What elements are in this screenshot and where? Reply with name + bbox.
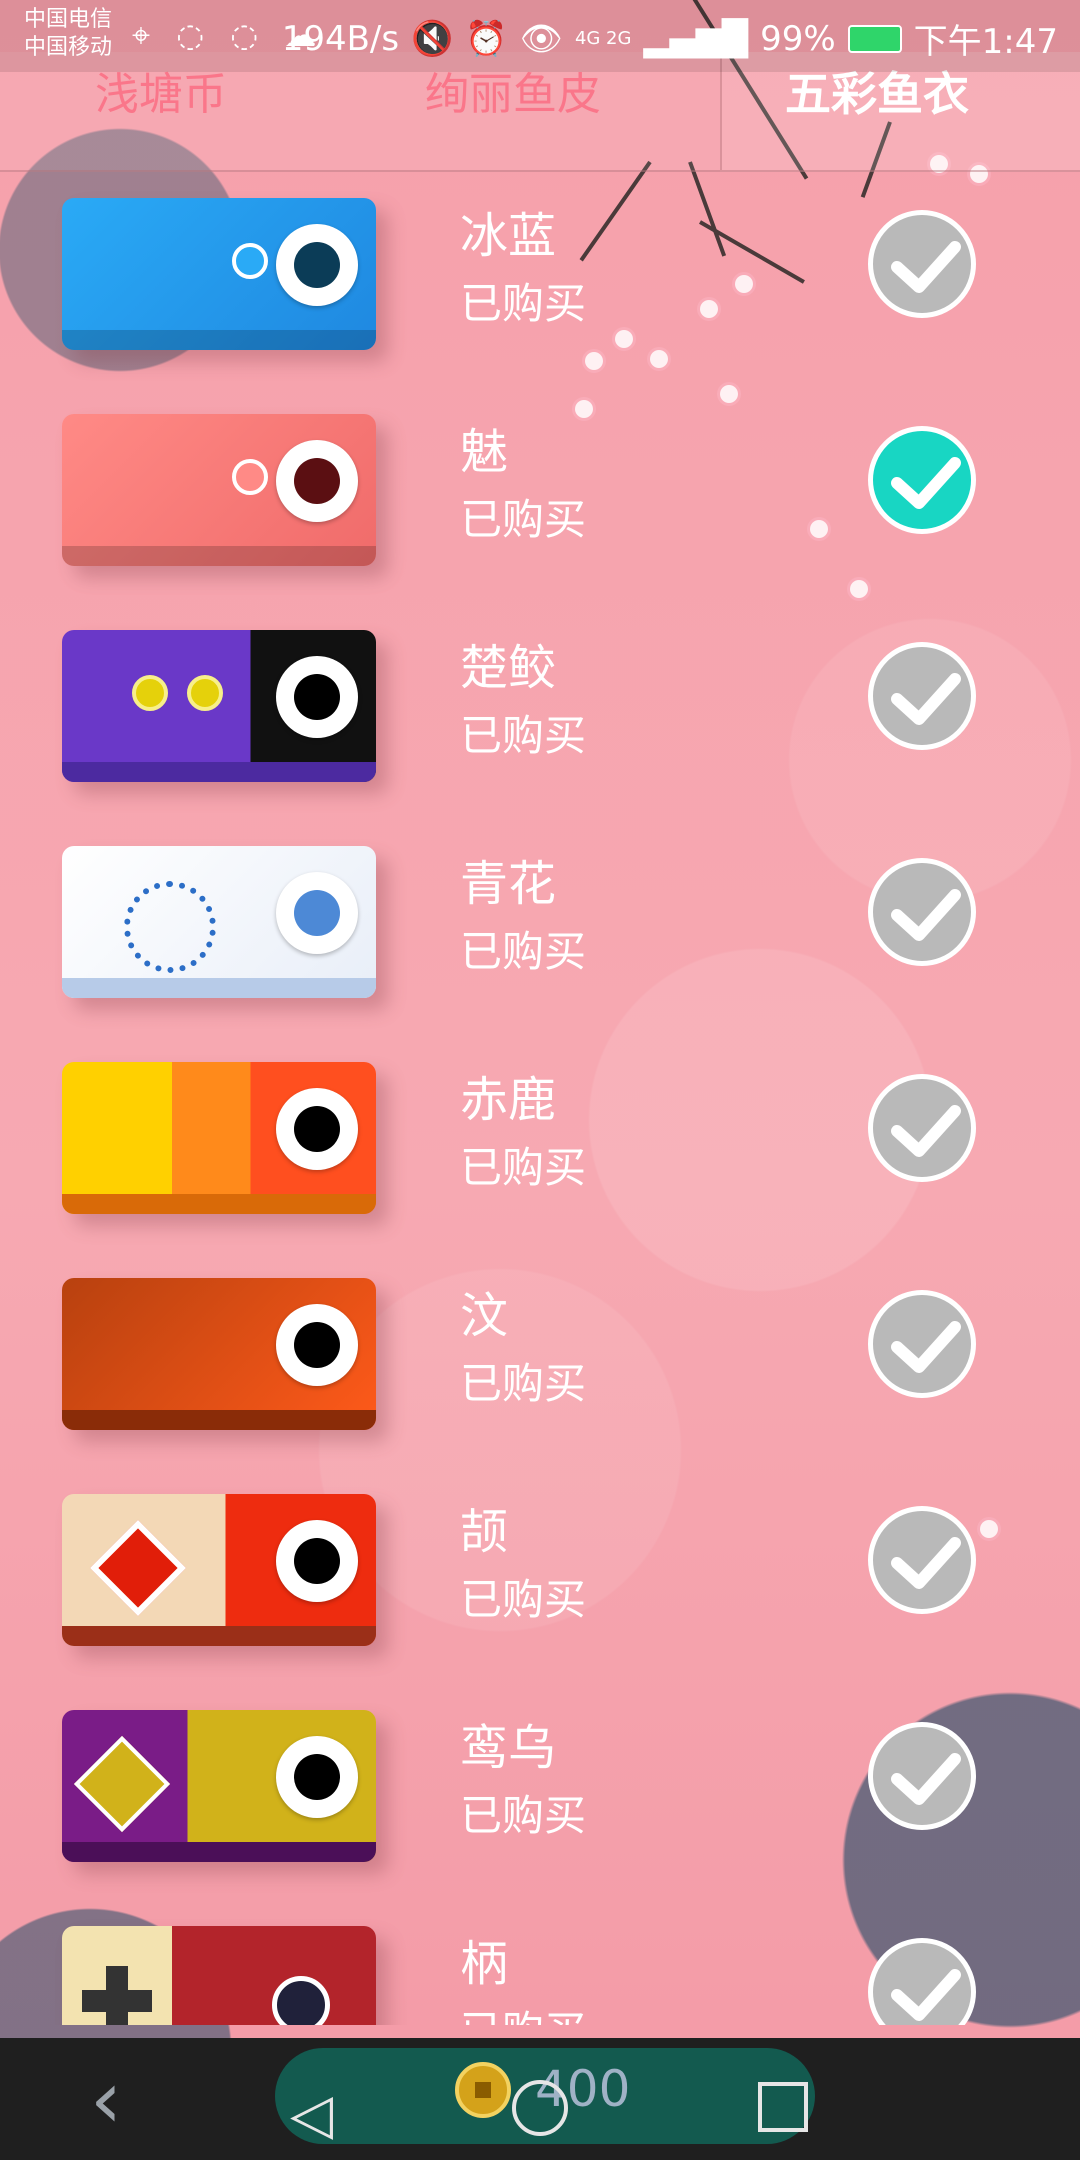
message-icon-2: ◌ <box>230 16 267 54</box>
eye-icon: 👁 <box>519 18 563 59</box>
back-arrow-icon[interactable]: ‹ <box>90 2060 122 2140</box>
carrier-labels: 中国电信 中国移动 <box>24 6 112 62</box>
skin-eye <box>276 1304 358 1386</box>
skin-eye <box>276 1736 358 1818</box>
carrier-1: 中国电信 <box>24 7 113 32</box>
skin-preview-charm <box>62 414 376 566</box>
usb-icon: ⌖ <box>132 16 159 54</box>
skin-status: 已购买 <box>460 1791 587 1840</box>
skin-item[interactable]: 柄 已购买 <box>0 1908 1080 2025</box>
skin-preview-chu-jiao <box>62 630 376 782</box>
check-icon <box>891 457 961 509</box>
skin-item[interactable]: 青花 已购买 <box>0 828 1080 1044</box>
battery-icon <box>847 24 902 53</box>
check-icon <box>891 241 961 293</box>
skin-status: 已购买 <box>460 711 587 760</box>
skin-name: 汶 <box>460 1288 509 1344</box>
skin-item[interactable]: 鸾乌 已购买 <box>0 1692 1080 1908</box>
alarm-icon: ⏰ <box>465 18 508 59</box>
skin-status: 已购买 <box>460 1359 587 1408</box>
check-icon <box>891 1969 961 2021</box>
nav-recent-icon[interactable] <box>758 2082 808 2132</box>
skin-status: 已购买 <box>460 1998 586 2025</box>
skin-dot <box>187 675 223 711</box>
dpad-icon <box>82 1966 152 2025</box>
skin-name: 青花 <box>460 856 557 912</box>
check-icon <box>891 673 961 725</box>
battery-percent: 99% <box>760 18 836 59</box>
message-icon: ◌ <box>176 16 213 54</box>
skin-item[interactable]: 颉 已购买 <box>0 1476 1080 1692</box>
skin-eye <box>276 224 358 306</box>
skin-preview-jie <box>62 1494 376 1646</box>
skin-eye <box>276 440 358 522</box>
skin-dot <box>132 675 168 711</box>
check-button[interactable] <box>868 1506 976 1614</box>
skin-name: 赤鹿 <box>460 1072 557 1128</box>
check-button[interactable] <box>868 642 976 750</box>
skin-item[interactable]: 赤鹿 已购买 <box>0 1044 1080 1260</box>
nav-home-icon[interactable] <box>512 2080 568 2136</box>
check-icon <box>891 1105 961 1157</box>
skin-status: 已购买 <box>460 495 587 544</box>
skin-name: 颉 <box>460 1504 509 1560</box>
skin-preview-blue-white <box>62 846 376 998</box>
check-button-active[interactable] <box>868 426 976 534</box>
check-button[interactable] <box>868 210 976 318</box>
skin-preview-controller <box>62 1926 376 2025</box>
diamond-pattern-icon <box>89 1519 187 1617</box>
skin-preview-wen <box>62 1278 376 1430</box>
skin-preview-ice-blue <box>62 198 376 350</box>
mute-icon: 🔇 <box>411 18 454 59</box>
diamond-gold-icon <box>73 1735 171 1833</box>
skin-eye <box>276 1088 358 1170</box>
skin-item[interactable]: 冰蓝 已购买 <box>0 180 1080 396</box>
skin-status: 已购买 <box>460 1575 587 1624</box>
check-button[interactable] <box>868 858 976 966</box>
skin-eye <box>276 872 358 954</box>
skin-list[interactable]: 冰蓝 已购买 魅 已购买 楚鲛 已购买 青花 已购买 赤鹿 已购买 汶 已购买 … <box>0 180 1080 2025</box>
signal-icon: ▂▄▆█ <box>643 18 749 59</box>
skin-name: 楚鲛 <box>460 640 557 696</box>
network-type: 4G 2G <box>574 28 632 49</box>
controller-button-icon <box>272 1976 330 2025</box>
skin-status: 已购买 <box>460 279 587 328</box>
check-button[interactable] <box>868 1938 976 2025</box>
skin-name: 鸾乌 <box>460 1720 557 1776</box>
skin-dot <box>232 459 268 495</box>
check-icon <box>891 1753 961 1805</box>
check-icon <box>891 1321 961 1373</box>
check-icon <box>891 1537 961 1589</box>
check-button[interactable] <box>868 1722 976 1830</box>
check-button[interactable] <box>868 1290 976 1398</box>
skin-name: 柄 <box>460 1936 509 1992</box>
skin-dot <box>232 243 268 279</box>
skin-eye <box>276 656 358 738</box>
status-bar: 中国电信 中国移动 ⌖ ◌ ◌ ☁ 194B/s 🔇 ⏰ 👁 4G 2G ▂▄▆… <box>0 0 1080 72</box>
status-right-cluster: 194B/s 🔇 ⏰ 👁 4G 2G ▂▄▆█ 99% 下午1:47 <box>282 14 1058 63</box>
skin-preview-red-deer <box>62 1062 376 1214</box>
skin-name: 冰蓝 <box>460 208 557 264</box>
skin-preview-luan-wu <box>62 1710 376 1862</box>
skin-item[interactable]: 魅 已购买 <box>0 396 1080 612</box>
skin-status: 已购买 <box>460 1143 587 1192</box>
skin-name: 魅 <box>460 424 509 480</box>
nav-back-icon[interactable]: ◁ <box>290 2082 333 2147</box>
coin-icon <box>455 2062 511 2118</box>
net-speed: 194B/s <box>281 18 400 59</box>
skin-item[interactable]: 楚鲛 已购买 <box>0 612 1080 828</box>
porcelain-flower-icon <box>124 881 216 973</box>
skin-status: 已购买 <box>460 927 587 976</box>
check-button[interactable] <box>868 1074 976 1182</box>
skin-eye <box>276 1520 358 1602</box>
time: 下午1:47 <box>913 22 1058 62</box>
check-icon <box>891 889 961 941</box>
skin-item[interactable]: 汶 已购买 <box>0 1260 1080 1476</box>
carrier-2: 中国移动 <box>24 35 113 60</box>
